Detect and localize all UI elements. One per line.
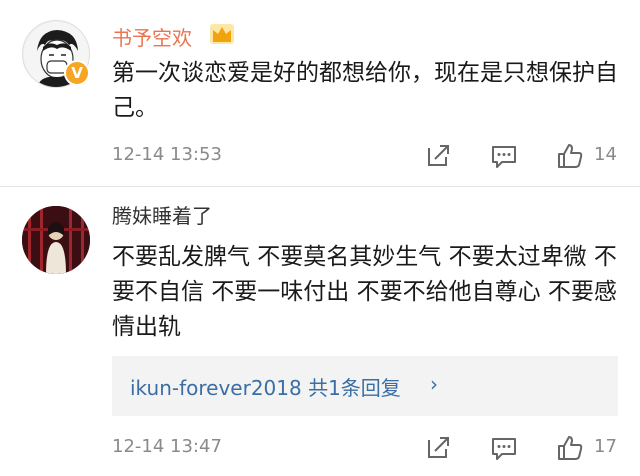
comment-item: 腾妹睡着了 不要乱发脾气 不要莫名其妙生气 不要太过卑微 不要不自信 不要一味付… <box>0 186 640 476</box>
avatar[interactable] <box>22 206 90 274</box>
comment-item: V 书予空欢 第一次谈恋爱是好的都想给你，现在是只想保护自己。 12-14 13… <box>0 0 640 186</box>
comment-text: 不要乱发脾气 不要莫名其妙生气 不要太过卑微 不要不自信 不要一味付出 不要不给… <box>112 244 617 340</box>
comment-meta: 12-14 13:47 17 <box>0 430 640 466</box>
comment-icon[interactable] <box>490 434 518 462</box>
comment-timestamp: 12-14 13:47 <box>112 436 222 457</box>
comment-username[interactable]: 腾妹睡着了 <box>112 200 212 229</box>
comment-username[interactable]: 书予空欢 <box>112 22 192 51</box>
chevron-right-icon: › <box>430 372 438 396</box>
like-count: 17 <box>594 436 617 457</box>
share-icon[interactable] <box>424 434 452 462</box>
comment-icon[interactable] <box>490 142 518 170</box>
like-count: 14 <box>594 144 617 165</box>
like-icon[interactable] <box>556 434 584 462</box>
share-icon[interactable] <box>424 142 452 170</box>
verified-badge-icon: V <box>64 60 90 86</box>
crown-icon <box>210 24 234 44</box>
comment-text: 第一次谈恋爱是好的都想给你，现在是只想保护自己。 <box>112 60 618 121</box>
reply-summary-link[interactable]: ikun-forever2018 共1条回复 <box>130 372 401 401</box>
reply-summary-box[interactable]: ikun-forever2018 共1条回复 › <box>112 356 618 416</box>
comment-timestamp: 12-14 13:53 <box>112 144 222 165</box>
comment-meta: 12-14 13:53 14 <box>0 138 640 174</box>
like-icon[interactable] <box>556 142 584 170</box>
comment-list: V 书予空欢 第一次谈恋爱是好的都想给你，现在是只想保护自己。 12-14 13… <box>0 0 640 476</box>
